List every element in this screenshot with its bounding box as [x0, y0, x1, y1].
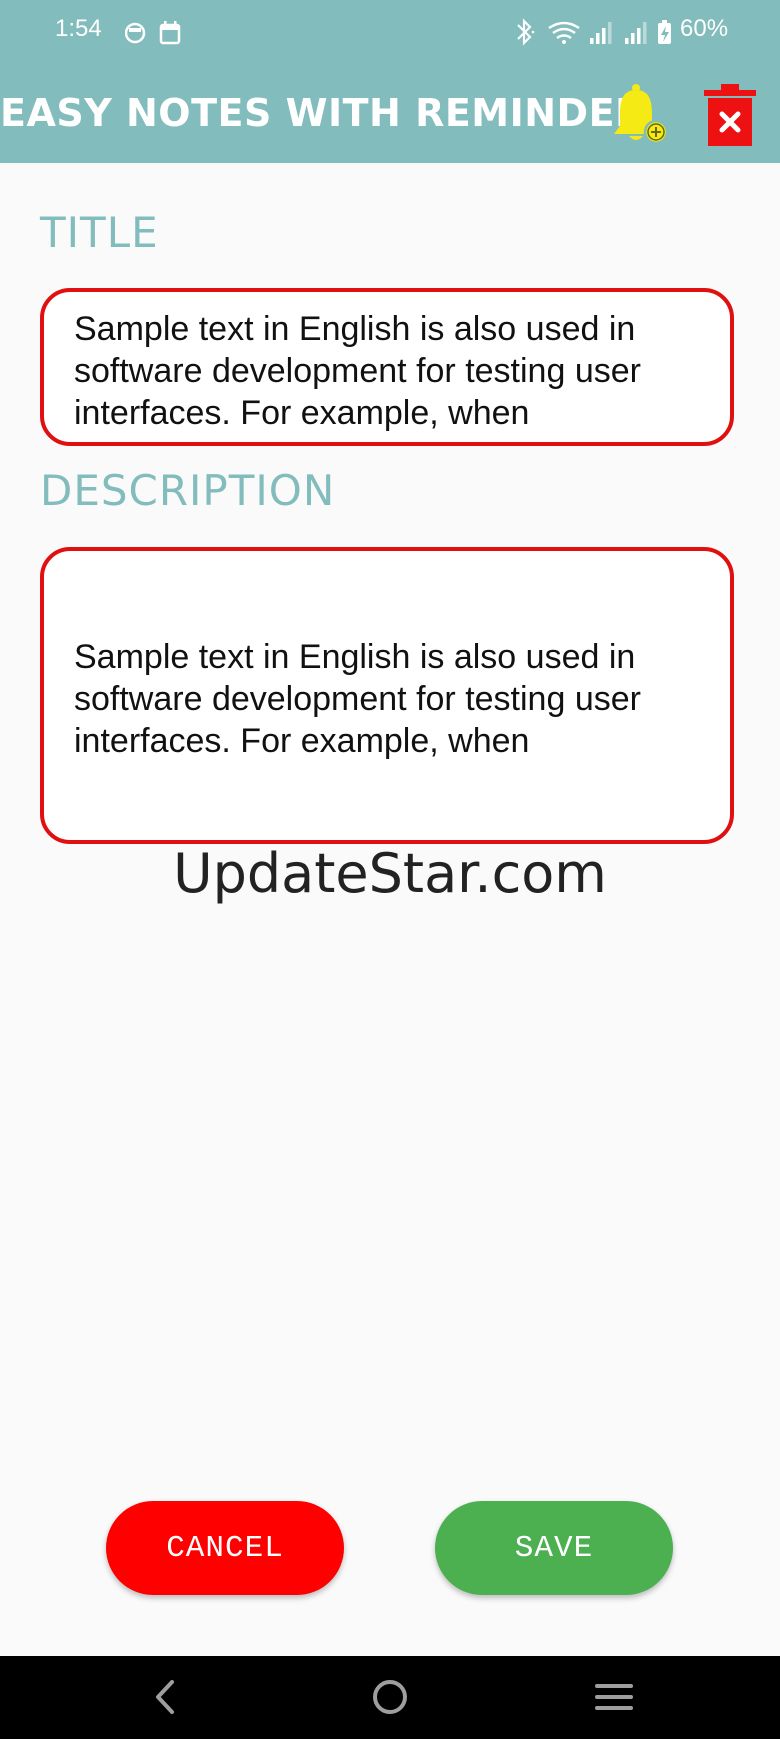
delete-trash-icon[interactable]	[704, 84, 756, 146]
status-time: 1:54	[55, 15, 102, 42]
back-icon[interactable]	[140, 1674, 190, 1720]
notification-icons	[125, 21, 181, 45]
battery-percentage: 60%	[680, 15, 729, 42]
app-title: EASY NOTES WITH REMINDER	[0, 91, 645, 135]
bluetooth-icon	[517, 18, 535, 46]
calendar-icon	[159, 21, 181, 45]
cancel-button[interactable]: CANCEL	[106, 1501, 344, 1595]
add-reminder-bell-icon[interactable]	[612, 82, 674, 148]
description-field[interactable]: Sample text in English is also used in s…	[40, 547, 734, 844]
description-text[interactable]: Sample text in English is also used in s…	[74, 636, 700, 762]
status-bar: 1:54 60%	[0, 0, 780, 64]
title-label: TITLE	[40, 208, 159, 257]
navigation-bar	[0, 1656, 780, 1739]
title-field[interactable]: Sample text in English is also used in s…	[40, 288, 734, 446]
home-icon[interactable]	[365, 1674, 415, 1720]
app-bar: EASY NOTES WITH REMINDER	[0, 64, 780, 163]
description-label: DESCRIPTION	[40, 466, 336, 515]
wifi-icon	[548, 21, 580, 44]
battery-charging-icon	[658, 20, 671, 44]
recents-icon[interactable]	[589, 1674, 639, 1720]
face-icon	[125, 22, 146, 44]
signal-icon	[590, 22, 612, 44]
watermark: UpdateStar.com	[173, 842, 607, 905]
save-button[interactable]: SAVE	[435, 1501, 673, 1595]
title-text[interactable]: Sample text in English is also used in s…	[74, 308, 700, 434]
signal-icon	[625, 22, 647, 44]
